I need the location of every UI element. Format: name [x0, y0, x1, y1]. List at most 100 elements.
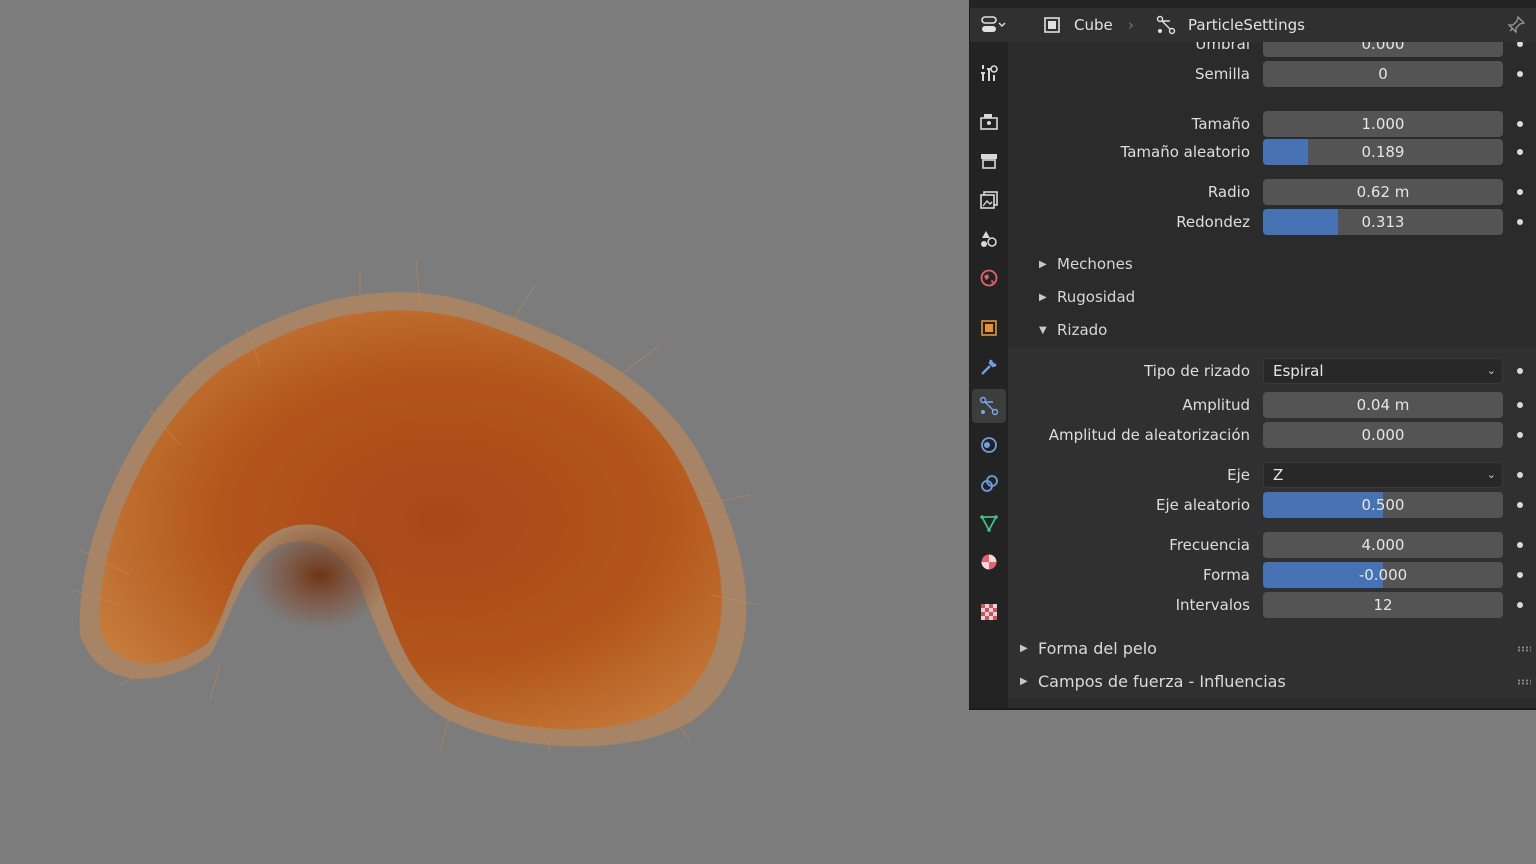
keyframe-dot-icon[interactable] [1517, 71, 1523, 77]
tab-constraints[interactable] [972, 467, 1006, 501]
tamano-value: 1.000 [1361, 115, 1405, 133]
tab-render[interactable] [972, 105, 1006, 139]
keyframe-dot-icon[interactable] [1517, 368, 1523, 374]
subpanel-rugosidad[interactable]: ▶ Rugosidad [1008, 281, 1536, 314]
redondez-label: Redondez [1176, 213, 1250, 231]
render-icon [980, 114, 998, 130]
row-radio: Radio 0.62 m [1008, 179, 1536, 205]
tab-modifiers[interactable] [972, 350, 1006, 384]
panel-forma-pelo-label: Forma del pelo [1038, 639, 1157, 658]
properties-content: Umbral 0.000 Semilla 0 Tamaño 1.000 Tama… [1008, 42, 1536, 708]
keyframe-dot-icon[interactable] [1517, 572, 1523, 578]
particles-icon [979, 396, 999, 416]
wrench-icon [981, 359, 997, 375]
chevron-right-icon: ▶ [1020, 643, 1028, 654]
radio-field[interactable]: 0.62 m [1263, 179, 1503, 205]
panel-forma-pelo[interactable]: ▶ Forma del pelo [1008, 632, 1536, 665]
amplitud-aleat-label: Amplitud de aleatorización [1048, 426, 1250, 444]
tipo-rizado-dropdown[interactable]: Espiral ⌄ [1263, 358, 1503, 384]
tab-material[interactable] [972, 545, 1006, 579]
slider-fill [1263, 139, 1309, 165]
tab-object[interactable] [972, 311, 1006, 345]
eje-value: Z [1273, 466, 1284, 484]
tamano-aleatorio-value: 0.189 [1361, 143, 1405, 161]
eje-aleatorio-slider[interactable]: 0.500 [1263, 492, 1503, 518]
forma-value: -0.000 [1358, 566, 1408, 584]
mesh-data-icon [980, 515, 998, 532]
chevron-down-icon: ⌄ [1486, 468, 1496, 481]
keyframe-dot-icon[interactable] [1517, 121, 1523, 127]
intervalos-field[interactable]: 12 [1263, 592, 1503, 618]
tab-particles[interactable] [972, 389, 1006, 423]
object-name: Cube [1074, 16, 1113, 34]
tab-physics[interactable] [972, 428, 1006, 462]
editor-type-button[interactable] [980, 8, 1006, 42]
panel-campos-fuerza-label: Campos de fuerza - Influencias [1038, 672, 1286, 691]
row-umbral: Umbral 0.000 [1008, 42, 1536, 57]
subpanel-mechones-label: Mechones [1057, 255, 1133, 273]
eje-dropdown[interactable]: Z ⌄ [1263, 462, 1503, 488]
tool-icon [981, 65, 998, 81]
frecuencia-field[interactable]: 4.000 [1263, 532, 1503, 558]
row-redondez: Redondez 0.313 [1008, 209, 1536, 235]
radio-label: Radio [1207, 183, 1250, 201]
keyframe-dot-icon[interactable] [1517, 472, 1523, 478]
subpanel-rizado[interactable]: ▼ Rizado [1008, 314, 1536, 347]
amplitud-field[interactable]: 0.04 m [1263, 392, 1503, 418]
tab-output[interactable] [972, 144, 1006, 178]
tamano-aleatorio-slider[interactable]: 0.189 [1263, 139, 1503, 165]
row-semilla: Semilla 0 [1008, 61, 1536, 87]
chevron-right-icon: ▶ [1039, 259, 1047, 270]
keyframe-dot-icon[interactable] [1517, 542, 1523, 548]
row-eje-aleatorio: Eje aleatorio 0.500 [1008, 492, 1536, 518]
frecuencia-value: 4.000 [1361, 536, 1405, 554]
umbral-value: 0.000 [1361, 42, 1405, 53]
particles-icon [1156, 15, 1176, 35]
keyframe-dot-icon[interactable] [1517, 189, 1523, 195]
keyframe-dot-icon[interactable] [1517, 402, 1523, 408]
keyframe-dot-icon[interactable] [1517, 42, 1523, 47]
tamano-field[interactable]: 1.000 [1263, 111, 1503, 137]
chevron-right-icon: ▶ [1039, 292, 1047, 303]
texture-icon [981, 604, 997, 620]
keyframe-dot-icon[interactable] [1517, 602, 1523, 608]
forma-label: Forma [1203, 566, 1250, 584]
object-icon [1044, 17, 1060, 33]
tab-data[interactable] [972, 506, 1006, 540]
forma-slider[interactable]: -0.000 [1263, 562, 1503, 588]
tab-tool[interactable] [972, 56, 1006, 90]
output-icon [981, 154, 997, 169]
keyframe-dot-icon[interactable] [1517, 432, 1523, 438]
tab-scene[interactable] [972, 222, 1006, 256]
row-frecuencia: Frecuencia 4.000 [1008, 532, 1536, 558]
properties-tabs [970, 42, 1008, 708]
tab-view-layer[interactable] [972, 183, 1006, 217]
panel-campos-fuerza[interactable]: ▶ Campos de fuerza - Influencias [1008, 665, 1536, 698]
object-icon [981, 320, 997, 336]
slider-fill [1263, 209, 1339, 235]
chevron-right-icon: ▶ [1020, 676, 1028, 687]
drag-handle-icon[interactable] [1517, 679, 1531, 685]
intervalos-value: 12 [1373, 596, 1393, 614]
semilla-label: Semilla [1194, 65, 1250, 83]
keyframe-dot-icon[interactable] [1517, 149, 1523, 155]
pin-icon[interactable] [1506, 8, 1526, 42]
semilla-value: 0 [1378, 65, 1388, 83]
keyframe-dot-icon[interactable] [1517, 502, 1523, 508]
rizado-panel-body [1008, 347, 1536, 632]
hair-particle-render [71, 259, 761, 751]
drag-handle-icon[interactable] [1517, 646, 1531, 652]
settings-breadcrumb[interactable]: ParticleSettings [1156, 8, 1305, 42]
eje-aleatorio-value: 0.500 [1361, 496, 1405, 514]
tab-texture[interactable] [972, 595, 1006, 629]
subpanel-mechones[interactable]: ▶ Mechones [1008, 248, 1536, 281]
amplitud-aleat-field[interactable]: 0.000 [1263, 422, 1503, 448]
object-breadcrumb[interactable]: Cube [1042, 8, 1113, 42]
row-eje: Eje Z ⌄ [1008, 462, 1536, 488]
umbral-field[interactable]: 0.000 [1263, 42, 1503, 57]
tab-world[interactable] [972, 261, 1006, 295]
redondez-slider[interactable]: 0.313 [1263, 209, 1503, 235]
amplitud-label: Amplitud [1182, 396, 1250, 414]
keyframe-dot-icon[interactable] [1517, 219, 1523, 225]
semilla-field[interactable]: 0 [1263, 61, 1503, 87]
